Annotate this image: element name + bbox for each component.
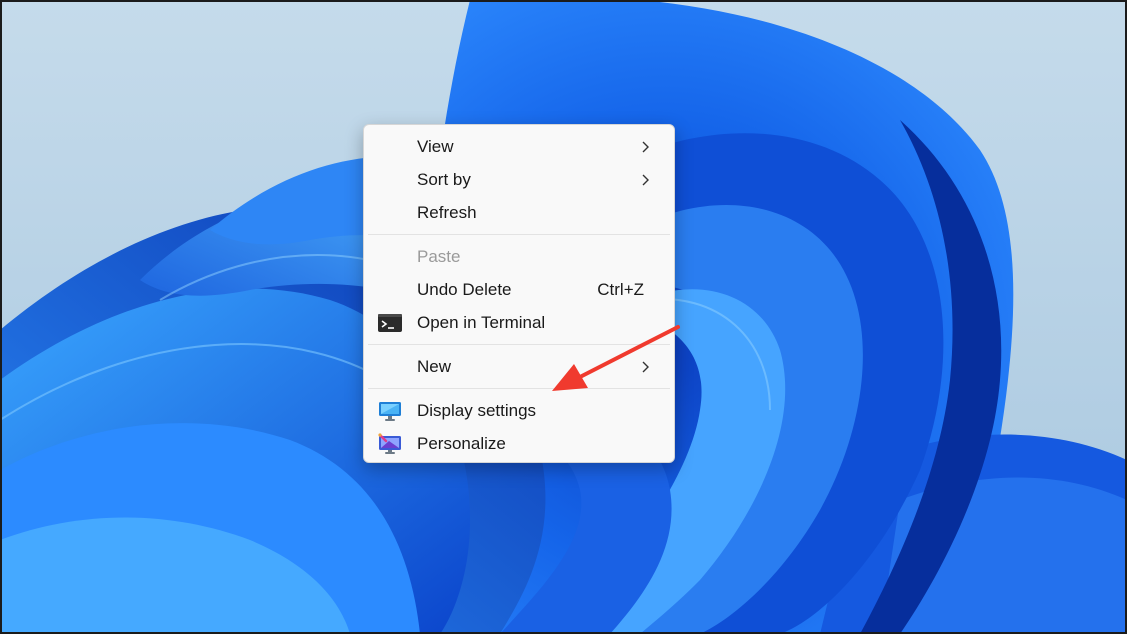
chevron-right-icon [642,141,649,153]
terminal-icon [378,314,402,332]
desktop-context-menu: View Sort by Refresh Paste Undo Delete C… [363,124,675,463]
menu-item-view[interactable]: View [368,131,670,163]
menu-item-refresh[interactable]: Refresh [368,197,670,229]
menu-item-label: Undo Delete [417,280,512,299]
menu-item-paste: Paste [368,241,670,273]
menu-item-label: Personalize [417,434,506,453]
menu-item-label: New [417,357,452,376]
menu-item-open-in-terminal[interactable]: Open in Terminal [368,307,670,339]
menu-item-display-settings[interactable]: Display settings [368,395,670,427]
chevron-right-icon [642,174,649,186]
menu-separator [368,234,670,235]
menu-item-new[interactable]: New [368,351,670,383]
menu-item-label: Paste [417,247,461,266]
chevron-right-icon [642,361,649,373]
menu-separator [368,344,670,345]
menu-item-sort-by[interactable]: Sort by [368,164,670,196]
menu-item-label: Display settings [417,401,537,420]
personalize-icon [378,433,401,454]
menu-item-personalize[interactable]: Personalize [368,428,670,460]
menu-item-label: Sort by [417,170,471,189]
monitor-icon [379,402,401,421]
menu-item-label: View [417,137,454,156]
desktop[interactable]: View Sort by Refresh Paste Undo Delete C… [0,0,1127,634]
menu-item-undo-delete[interactable]: Undo Delete Ctrl+Z [368,274,670,306]
menu-item-shortcut: Ctrl+Z [597,280,644,299]
menu-item-label: Refresh [417,203,477,222]
menu-separator [368,388,670,389]
menu-item-label: Open in Terminal [417,313,546,332]
